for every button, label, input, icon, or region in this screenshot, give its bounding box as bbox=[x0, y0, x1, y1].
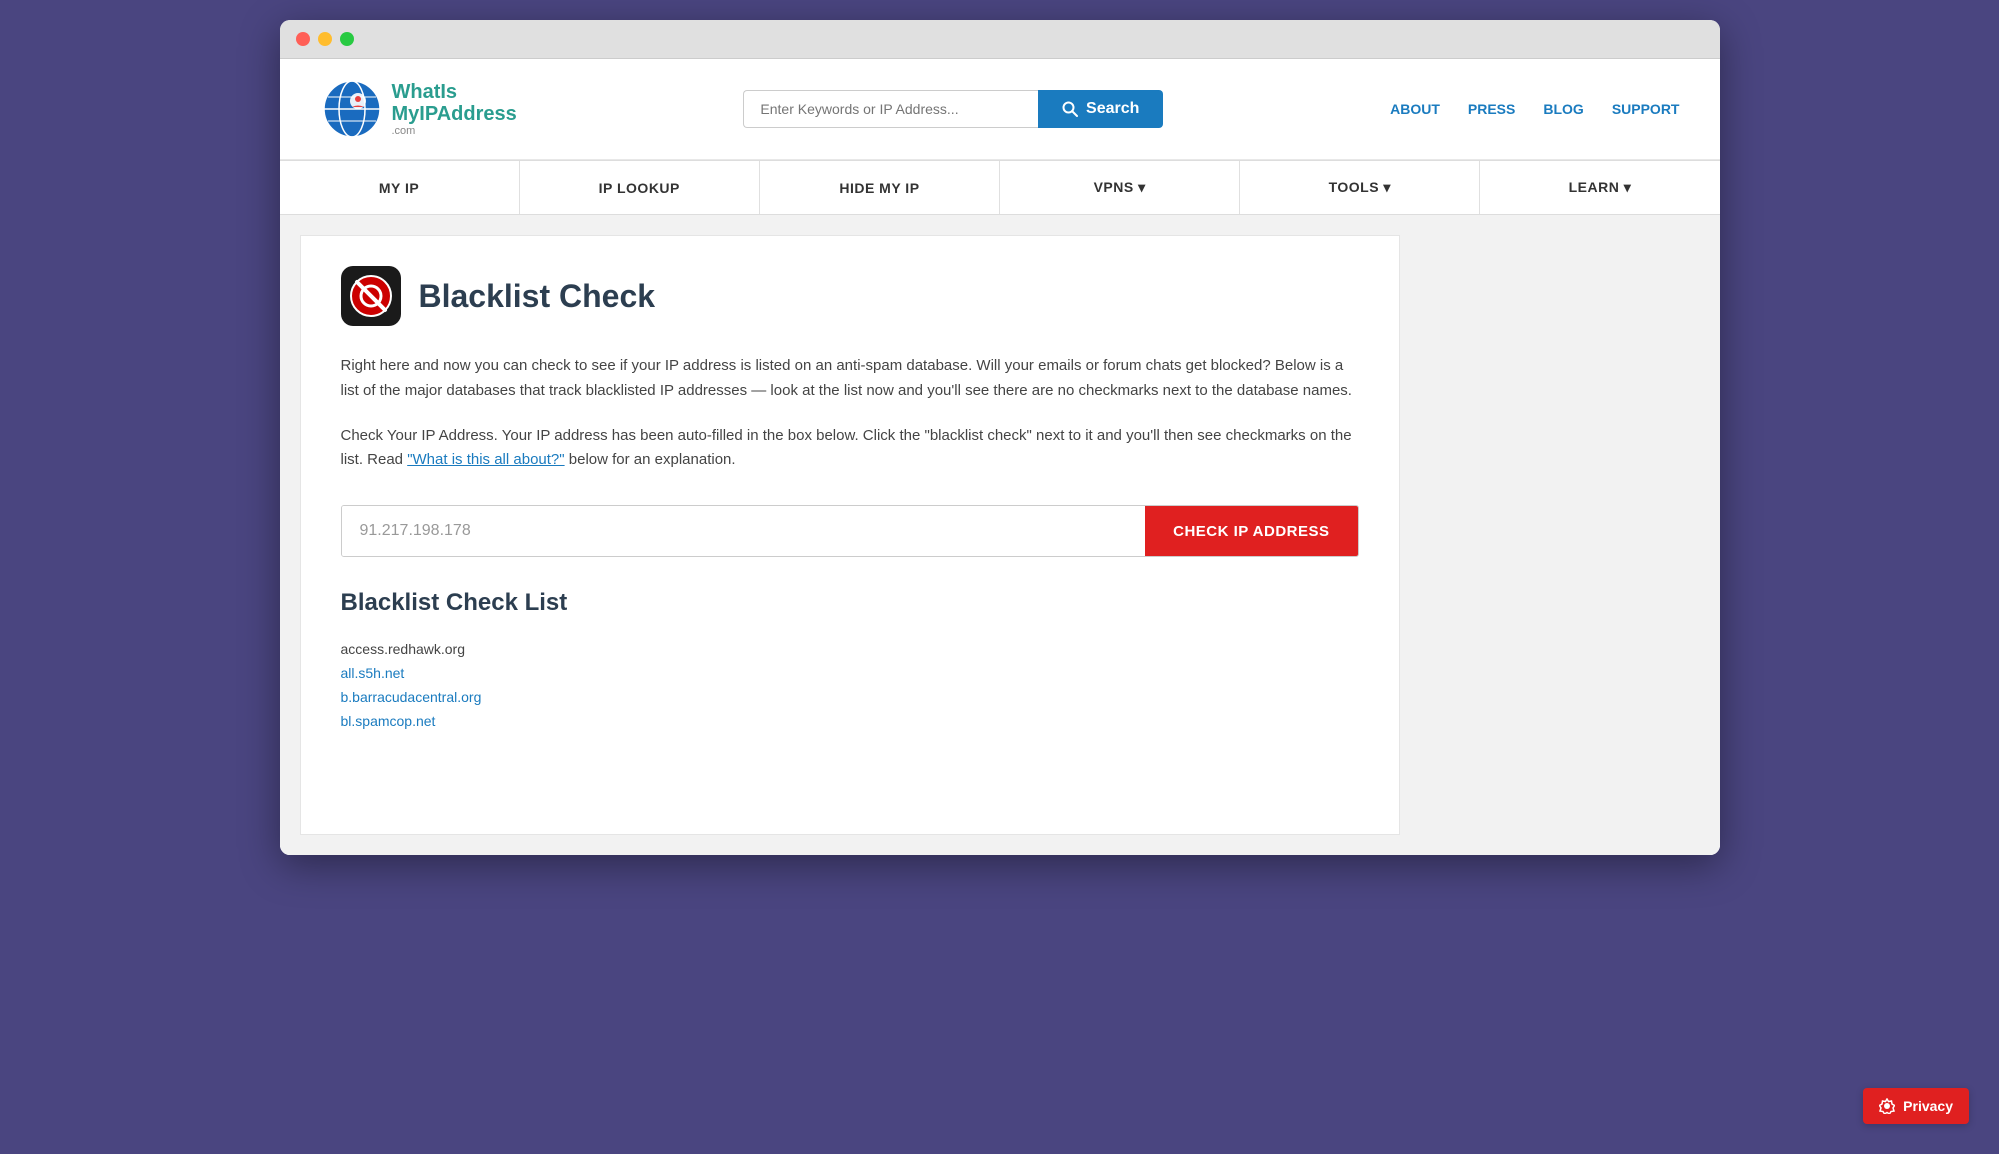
privacy-gear-icon bbox=[1879, 1098, 1895, 1114]
list-item-text: access.redhawk.org bbox=[341, 641, 466, 657]
nav-learn[interactable]: LEARN ▾ bbox=[1480, 161, 1719, 214]
list-item-link[interactable]: all.s5h.net bbox=[341, 665, 405, 681]
list-item: b.barracudacentral.org bbox=[341, 685, 1359, 709]
browser-content: WhatIs MyIPAddress .com Search ABOUT PRE bbox=[280, 59, 1720, 855]
description-text-2b: below for an explanation. bbox=[565, 451, 736, 468]
nav-vpns[interactable]: VPNS ▾ bbox=[1000, 161, 1240, 214]
header-nav-blog[interactable]: BLOG bbox=[1543, 101, 1583, 117]
traffic-light-yellow[interactable] bbox=[318, 32, 332, 46]
blacklist-list: access.redhawk.org all.s5h.net b.barracu… bbox=[341, 637, 1359, 733]
privacy-badge[interactable]: Privacy bbox=[1863, 1088, 1969, 1124]
description-paragraph-2: Check Your IP Address. Your IP address h… bbox=[341, 424, 1359, 474]
logo-text: WhatIs MyIPAddress .com bbox=[392, 81, 517, 137]
header-nav: ABOUT PRESS BLOG SUPPORT bbox=[1390, 101, 1679, 117]
search-area: Search bbox=[743, 90, 1163, 128]
logo-dotcom: .com bbox=[392, 125, 517, 137]
list-item: bl.spamcop.net bbox=[341, 709, 1359, 733]
logo-area[interactable]: WhatIs MyIPAddress .com bbox=[320, 77, 517, 141]
description-paragraph-1: Right here and now you can check to see … bbox=[341, 354, 1359, 404]
browser-window: WhatIs MyIPAddress .com Search ABOUT PRE bbox=[280, 20, 1720, 855]
browser-titlebar bbox=[280, 20, 1720, 59]
page-heading: Blacklist Check bbox=[341, 266, 1359, 326]
search-input[interactable] bbox=[743, 90, 1038, 128]
main-nav: MY IP IP LOOKUP HIDE MY IP VPNS ▾ TOOLS … bbox=[280, 160, 1720, 215]
privacy-label: Privacy bbox=[1903, 1098, 1953, 1114]
list-item-link[interactable]: bl.spamcop.net bbox=[341, 713, 436, 729]
traffic-light-red[interactable] bbox=[296, 32, 310, 46]
what-is-link[interactable]: "What is this all about?" bbox=[407, 451, 564, 468]
search-button-label: Search bbox=[1086, 100, 1139, 118]
search-button[interactable]: Search bbox=[1038, 90, 1163, 128]
site-header: WhatIs MyIPAddress .com Search ABOUT PRE bbox=[280, 59, 1720, 160]
nav-my-ip[interactable]: MY IP bbox=[280, 161, 520, 214]
ip-address-input[interactable] bbox=[342, 506, 1146, 556]
no-sign-icon bbox=[349, 274, 393, 318]
header-nav-press[interactable]: PRESS bbox=[1468, 101, 1515, 117]
page-title: Blacklist Check bbox=[419, 278, 656, 315]
blacklist-icon bbox=[341, 266, 401, 326]
nav-hide-my-ip[interactable]: HIDE MY IP bbox=[760, 161, 1000, 214]
list-item: access.redhawk.org bbox=[341, 637, 1359, 661]
search-icon bbox=[1062, 101, 1078, 117]
traffic-light-green[interactable] bbox=[340, 32, 354, 46]
header-nav-about[interactable]: ABOUT bbox=[1390, 101, 1440, 117]
logo-whatis: WhatIs bbox=[392, 81, 517, 103]
blacklist-section-title: Blacklist Check List bbox=[341, 589, 1359, 617]
logo-myipaddress: MyIPAddress bbox=[392, 103, 517, 125]
check-ip-button[interactable]: CHECK IP ADDRESS bbox=[1145, 506, 1357, 556]
list-item: all.s5h.net bbox=[341, 661, 1359, 685]
sidebar bbox=[1420, 235, 1700, 835]
list-item-link[interactable]: b.barracudacentral.org bbox=[341, 689, 482, 705]
logo-globe-icon bbox=[320, 77, 384, 141]
nav-ip-lookup[interactable]: IP LOOKUP bbox=[520, 161, 760, 214]
nav-tools[interactable]: TOOLS ▾ bbox=[1240, 161, 1480, 214]
header-nav-support[interactable]: SUPPORT bbox=[1612, 101, 1680, 117]
main-content: Blacklist Check Right here and now you c… bbox=[300, 235, 1400, 835]
content-wrapper: Blacklist Check Right here and now you c… bbox=[280, 215, 1720, 855]
ip-check-form: CHECK IP ADDRESS bbox=[341, 505, 1359, 557]
